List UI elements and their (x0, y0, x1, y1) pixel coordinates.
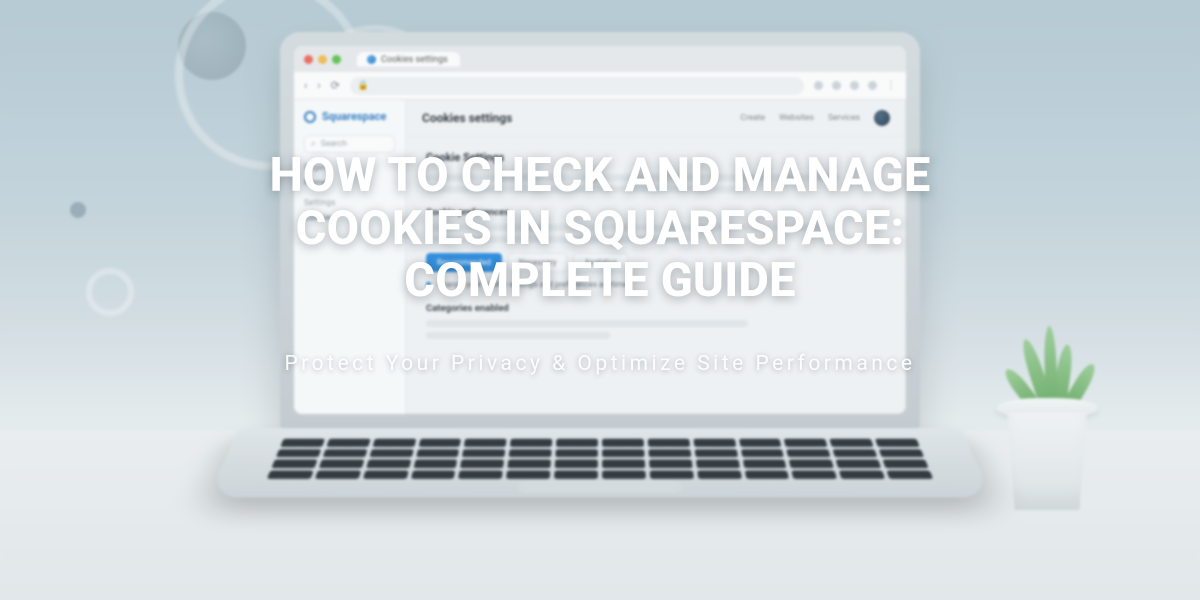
close-icon[interactable] (304, 55, 313, 64)
window-controls (304, 55, 341, 64)
hero-scene: Cookies settings ‹ › ⟳ 🔒 (0, 0, 1200, 600)
minimize-icon[interactable] (318, 55, 327, 64)
hero-title-line: HOW TO CHECK AND MANAGE (140, 150, 1060, 203)
trackpad (519, 480, 682, 492)
extension-icon[interactable] (814, 81, 823, 90)
maximize-icon[interactable] (332, 55, 341, 64)
extension-icon[interactable] (832, 81, 841, 90)
plant (992, 370, 1102, 510)
back-icon[interactable]: ‹ (304, 79, 307, 92)
forward-icon[interactable]: › (317, 79, 320, 92)
extension-icon[interactable] (850, 81, 859, 90)
reload-icon[interactable]: ⟳ (331, 79, 340, 92)
laptop-keyboard (207, 428, 994, 497)
hero-title-line: COMPLETE GUIDE (140, 255, 1060, 308)
hero-title: HOW TO CHECK AND MANAGE COOKIES IN SQUAR… (140, 150, 1060, 308)
browser-tabbar: Cookies settings (294, 46, 906, 72)
overlay-text: HOW TO CHECK AND MANAGE COOKIES IN SQUAR… (0, 150, 1200, 376)
hero-subtitle: Protect Your Privacy & Optimize Site Per… (0, 352, 1200, 376)
header-links: Create Websites Services (740, 110, 890, 126)
page-heading: Cookies settings (422, 111, 512, 125)
main-header: Cookies settings Create Websites Service… (406, 100, 906, 137)
header-link[interactable]: Websites (779, 113, 814, 123)
extension-icon[interactable] (868, 81, 877, 90)
brand[interactable]: Squarespace (304, 110, 395, 123)
browser-tab[interactable]: Cookies settings (357, 52, 460, 67)
hero-title-line: COOKIES IN SQUARESPACE: (140, 203, 1060, 256)
brand-name: Squarespace (322, 110, 386, 123)
favicon-icon (367, 55, 376, 64)
menu-icon[interactable]: ⋮ (886, 80, 896, 91)
keys-grid (267, 439, 933, 479)
lock-icon: 🔒 (358, 81, 369, 91)
brand-logo-icon (304, 111, 316, 123)
header-link[interactable]: Create (740, 113, 765, 123)
header-link[interactable]: Services (828, 113, 860, 123)
browser-toolbar: ‹ › ⟳ 🔒 ⋮ (294, 72, 906, 100)
browser-tab-label: Cookies settings (381, 55, 448, 65)
avatar[interactable] (874, 110, 890, 126)
address-bar[interactable]: 🔒 (350, 77, 804, 95)
